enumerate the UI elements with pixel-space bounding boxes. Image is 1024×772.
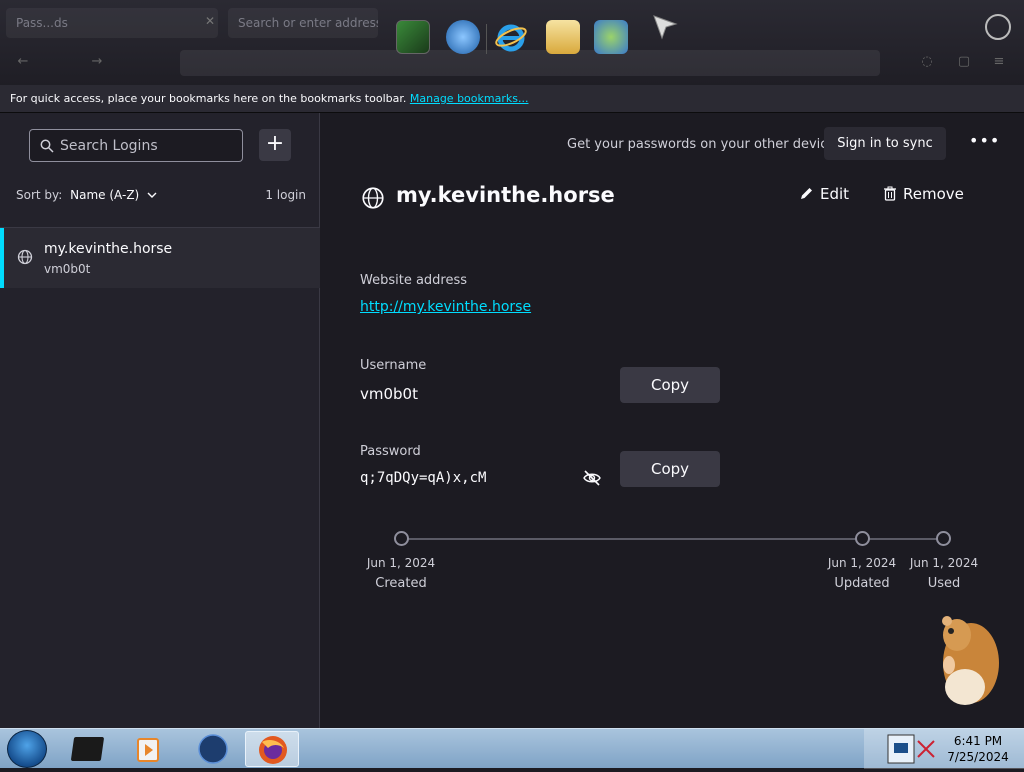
globe-icon (17, 249, 33, 269)
password-label: Password (360, 444, 421, 459)
spreadsheet-app-icon[interactable] (396, 20, 430, 54)
pencil-icon (801, 188, 812, 199)
remove-label: Remove (903, 185, 964, 203)
sort-row: Sort by: Name (A-Z) 1 login (16, 188, 306, 202)
login-item-username: vm0b0t (44, 262, 91, 276)
contacts-people-icon[interactable] (594, 20, 628, 54)
globe-icon (361, 186, 385, 214)
taskbar-item-globe[interactable] (186, 731, 240, 767)
sort-label: Sort by: (16, 188, 63, 202)
updated-label: Updated (834, 576, 890, 591)
tray-clock[interactable]: 6:41 PM 7/25/2024 (938, 733, 1018, 765)
forward-icon[interactable]: → (88, 54, 106, 72)
hamburger-menu-icon[interactable]: ≡ (990, 54, 1008, 72)
website-link[interactable]: http://my.kevinthe.horse (360, 299, 531, 315)
eye-slash-icon[interactable] (582, 468, 604, 490)
back-icon[interactable]: ← (14, 54, 32, 72)
taskbar-item-media-player[interactable] (122, 731, 176, 767)
more-options-button[interactable]: ••• (969, 131, 999, 157)
trash-icon (884, 186, 896, 201)
username-label: Username (360, 358, 427, 373)
tray-app-icon[interactable] (884, 729, 944, 769)
start-button[interactable] (7, 730, 47, 768)
download-globe-icon[interactable] (446, 20, 480, 54)
created-date: Jun 1, 2024 (366, 556, 436, 570)
timeline-dot-used (936, 531, 951, 546)
dock-separator (486, 24, 487, 54)
login-item-title: my.kevinthe.horse (44, 241, 173, 257)
search-box (29, 129, 243, 162)
logins-sidebar: + Sort by: Name (A-Z) 1 login my.kevinth… (0, 113, 320, 728)
sort-dropdown[interactable]: Name (A-Z) (66, 188, 157, 202)
password-value: q;7qDQy=qA)x,cM (360, 470, 487, 486)
login-detail-panel: Get your passwords on your other devices… (321, 113, 1024, 728)
add-login-button[interactable]: + (259, 129, 291, 161)
taskbar-item-terminal[interactable] (62, 731, 116, 767)
login-title: my.kevinthe.horse (396, 183, 615, 207)
sync-prompt: Get your passwords on your other devices (567, 137, 843, 152)
copy-username-button[interactable]: Copy (620, 367, 720, 403)
quick-launch-dock (390, 14, 690, 60)
tab-passwords[interactable]: Pass...ds (6, 8, 218, 38)
edit-button[interactable]: Edit (799, 185, 849, 203)
sign-in-to-sync-button[interactable]: Sign in to sync (824, 127, 946, 160)
login-count: 1 login (265, 188, 306, 202)
updated-date: Jun 1, 2024 (827, 556, 897, 570)
bookmarks-toolbar: For quick access, place your bookmarks h… (0, 85, 1024, 113)
tab2-title: Search or enter address (238, 16, 378, 30)
edit-label: Edit (820, 185, 850, 203)
list-item[interactable]: my.kevinthe.horse vm0b0t (0, 228, 320, 288)
taskbar-item-firefox[interactable] (245, 731, 299, 767)
copy-password-button[interactable]: Copy (620, 451, 720, 487)
extensions-icon[interactable]: ▢ (955, 54, 973, 72)
hamster-mascot-icon (935, 605, 1007, 713)
manage-bookmarks-link[interactable]: Manage bookmarks... (410, 92, 529, 105)
clock-date: 7/25/2024 (947, 750, 1009, 764)
used-date: Jun 1, 2024 (909, 556, 979, 570)
website-label: Website address (360, 273, 468, 288)
bookmarks-message: For quick access, place your bookmarks h… (10, 92, 407, 105)
used-label: Used (927, 576, 961, 591)
close-tab-icon[interactable]: ✕ (202, 14, 218, 30)
remove-button[interactable]: Remove (883, 185, 964, 203)
created-label: Created (375, 576, 427, 591)
search-icon (40, 139, 54, 153)
mail-envelope-icon[interactable] (546, 20, 580, 54)
taskbar: 6:41 PM 7/25/2024 (0, 728, 1024, 769)
timeline-dot-updated (855, 531, 870, 546)
username-value: vm0b0t (360, 385, 418, 403)
tab-new[interactable]: Search or enter address (228, 8, 378, 38)
shield-icon[interactable]: ◌ (918, 54, 936, 72)
account-icon[interactable] (985, 14, 1011, 40)
chevron-down-icon (147, 188, 157, 202)
tab-title: Pass...ds (16, 16, 68, 30)
search-input[interactable] (60, 130, 240, 161)
sort-value: Name (A-Z) (70, 188, 140, 202)
clock-time: 6:41 PM (953, 734, 1003, 748)
internet-explorer-icon[interactable] (494, 20, 528, 54)
timeline-dot-created (394, 531, 409, 546)
browser-toolbar: Pass...ds ✕ Search or enter address ← → … (0, 0, 1024, 85)
